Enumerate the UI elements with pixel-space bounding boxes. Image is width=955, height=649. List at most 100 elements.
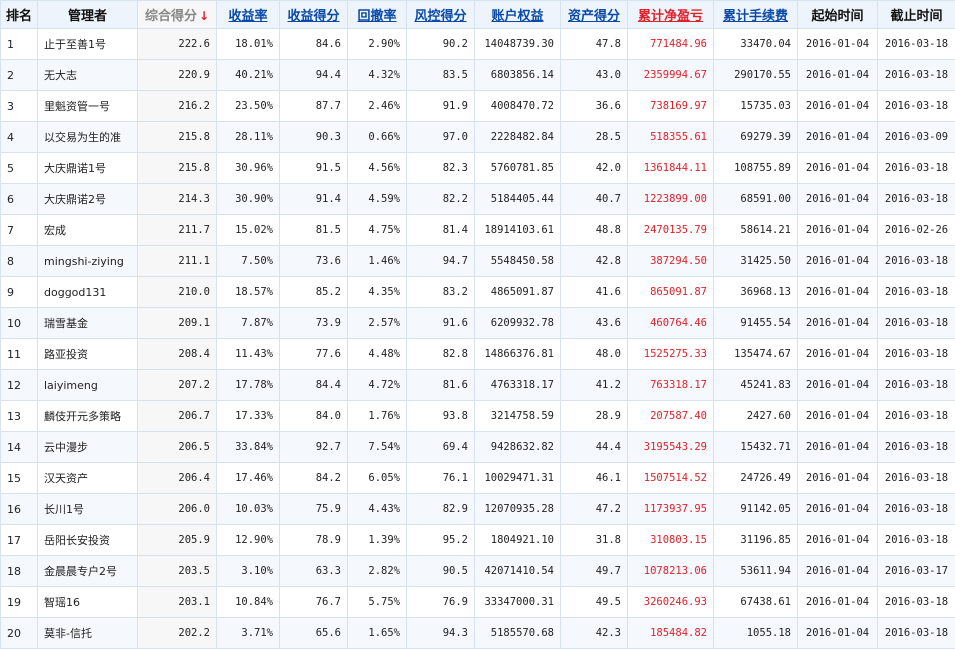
cell-asset-score: 43.0 — [561, 60, 628, 91]
cell-manager[interactable]: 麟伎开元多策略 — [38, 401, 138, 432]
cell-rank: 4 — [1, 122, 38, 153]
cell-return-score: 84.2 — [280, 463, 348, 494]
cell-rank: 13 — [1, 401, 38, 432]
header-start: 起始时间 — [798, 1, 878, 29]
cell-manager[interactable]: 以交易为生的准 — [38, 122, 138, 153]
cell-fees: 24726.49 — [714, 463, 798, 494]
cell-manager[interactable]: 岳阳长安投资 — [38, 525, 138, 556]
cell-rank: 10 — [1, 308, 38, 339]
cell-equity: 5184405.44 — [475, 184, 561, 215]
cell-rank: 6 — [1, 184, 38, 215]
cell-score: 205.9 — [138, 525, 217, 556]
header-rank: 排名 — [1, 1, 38, 29]
cell-asset-score: 49.5 — [561, 587, 628, 618]
cell-end: 2016-03-09 — [878, 122, 955, 153]
cell-manager[interactable]: 路亚投资 — [38, 339, 138, 370]
cell-end: 2016-03-18 — [878, 60, 955, 91]
cell-manager[interactable]: 大庆鼎诺1号 — [38, 153, 138, 184]
cell-return-score: 76.7 — [280, 587, 348, 618]
cell-asset-score: 41.6 — [561, 277, 628, 308]
cell-return-score: 73.6 — [280, 246, 348, 277]
cell-manager[interactable]: 长川1号 — [38, 494, 138, 525]
cell-equity: 14866376.81 — [475, 339, 561, 370]
cell-return-score: 91.5 — [280, 153, 348, 184]
header-fees[interactable]: 累计手续费 — [714, 1, 798, 29]
cell-equity: 6803856.14 — [475, 60, 561, 91]
cell-net-profit: 3260246.93 — [628, 587, 714, 618]
cell-net-profit: 763318.17 — [628, 370, 714, 401]
cell-equity: 18914103.61 — [475, 215, 561, 246]
cell-net-profit: 1173937.95 — [628, 494, 714, 525]
cell-fees: 108755.89 — [714, 153, 798, 184]
cell-score: 222.6 — [138, 29, 217, 60]
header-equity[interactable]: 账户权益 — [475, 1, 561, 29]
cell-risk-score: 81.4 — [407, 215, 475, 246]
cell-manager[interactable]: doggod131 — [38, 277, 138, 308]
cell-manager[interactable]: 大庆鼎诺2号 — [38, 184, 138, 215]
cell-asset-score: 28.9 — [561, 401, 628, 432]
cell-risk-score: 82.9 — [407, 494, 475, 525]
cell-drawdown: 2.82% — [348, 556, 407, 587]
cell-start: 2016-01-04 — [798, 246, 878, 277]
header-score[interactable]: 综合得分↓ — [138, 1, 217, 29]
cell-asset-score: 44.4 — [561, 432, 628, 463]
cell-drawdown: 4.32% — [348, 60, 407, 91]
header-risk-score[interactable]: 风控得分 — [407, 1, 475, 29]
cell-start: 2016-01-04 — [798, 153, 878, 184]
cell-asset-score: 36.6 — [561, 91, 628, 122]
cell-manager[interactable]: mingshi-ziying — [38, 246, 138, 277]
cell-return-rate: 17.78% — [217, 370, 280, 401]
cell-manager[interactable]: 瑞雪基金 — [38, 308, 138, 339]
cell-score: 215.8 — [138, 153, 217, 184]
header-net-profit[interactable]: 累计净盈亏 — [628, 1, 714, 29]
cell-return-score: 84.6 — [280, 29, 348, 60]
cell-rank: 5 — [1, 153, 38, 184]
cell-drawdown: 5.75% — [348, 587, 407, 618]
table-row: 16长川1号206.010.03%75.94.43%82.912070935.2… — [1, 494, 955, 525]
cell-manager[interactable]: 金晨晨专户2号 — [38, 556, 138, 587]
cell-rank: 12 — [1, 370, 38, 401]
cell-manager[interactable]: 智瑶16 — [38, 587, 138, 618]
header-return-score[interactable]: 收益得分 — [280, 1, 348, 29]
cell-fees: 33470.04 — [714, 29, 798, 60]
cell-risk-score: 97.0 — [407, 122, 475, 153]
cell-score: 211.1 — [138, 246, 217, 277]
cell-manager[interactable]: 云中漫步 — [38, 432, 138, 463]
cell-return-rate: 17.46% — [217, 463, 280, 494]
cell-net-profit: 1507514.52 — [628, 463, 714, 494]
cell-score: 203.5 — [138, 556, 217, 587]
cell-start: 2016-01-04 — [798, 184, 878, 215]
cell-score: 209.1 — [138, 308, 217, 339]
cell-manager[interactable]: 汉天资产 — [38, 463, 138, 494]
cell-rank: 3 — [1, 91, 38, 122]
table-row: 11路亚投资208.411.43%77.64.48%82.814866376.8… — [1, 339, 955, 370]
cell-start: 2016-01-04 — [798, 494, 878, 525]
cell-net-profit: 771484.96 — [628, 29, 714, 60]
cell-manager[interactable]: laiyimeng — [38, 370, 138, 401]
cell-risk-score: 76.1 — [407, 463, 475, 494]
cell-fees: 15735.03 — [714, 91, 798, 122]
cell-manager[interactable]: 无大志 — [38, 60, 138, 91]
cell-risk-score: 76.9 — [407, 587, 475, 618]
cell-start: 2016-01-04 — [798, 463, 878, 494]
cell-asset-score: 42.0 — [561, 153, 628, 184]
cell-start: 2016-01-04 — [798, 215, 878, 246]
cell-start: 2016-01-04 — [798, 432, 878, 463]
table-row: 10瑞雪基金209.17.87%73.92.57%91.66209932.784… — [1, 308, 955, 339]
cell-net-profit: 387294.50 — [628, 246, 714, 277]
cell-asset-score: 47.2 — [561, 494, 628, 525]
cell-drawdown: 1.39% — [348, 525, 407, 556]
cell-manager[interactable]: 止于至善1号 — [38, 29, 138, 60]
cell-rank: 14 — [1, 432, 38, 463]
header-asset-score[interactable]: 资产得分 — [561, 1, 628, 29]
cell-equity: 33347000.31 — [475, 587, 561, 618]
cell-return-score: 85.2 — [280, 277, 348, 308]
cell-risk-score: 69.4 — [407, 432, 475, 463]
cell-score: 215.8 — [138, 122, 217, 153]
cell-end: 2016-03-18 — [878, 587, 955, 618]
cell-manager[interactable]: 里魁资管一号 — [38, 91, 138, 122]
header-drawdown[interactable]: 回撤率 — [348, 1, 407, 29]
header-return-rate[interactable]: 收益率 — [217, 1, 280, 29]
cell-manager[interactable]: 宏成 — [38, 215, 138, 246]
cell-equity: 5548450.58 — [475, 246, 561, 277]
